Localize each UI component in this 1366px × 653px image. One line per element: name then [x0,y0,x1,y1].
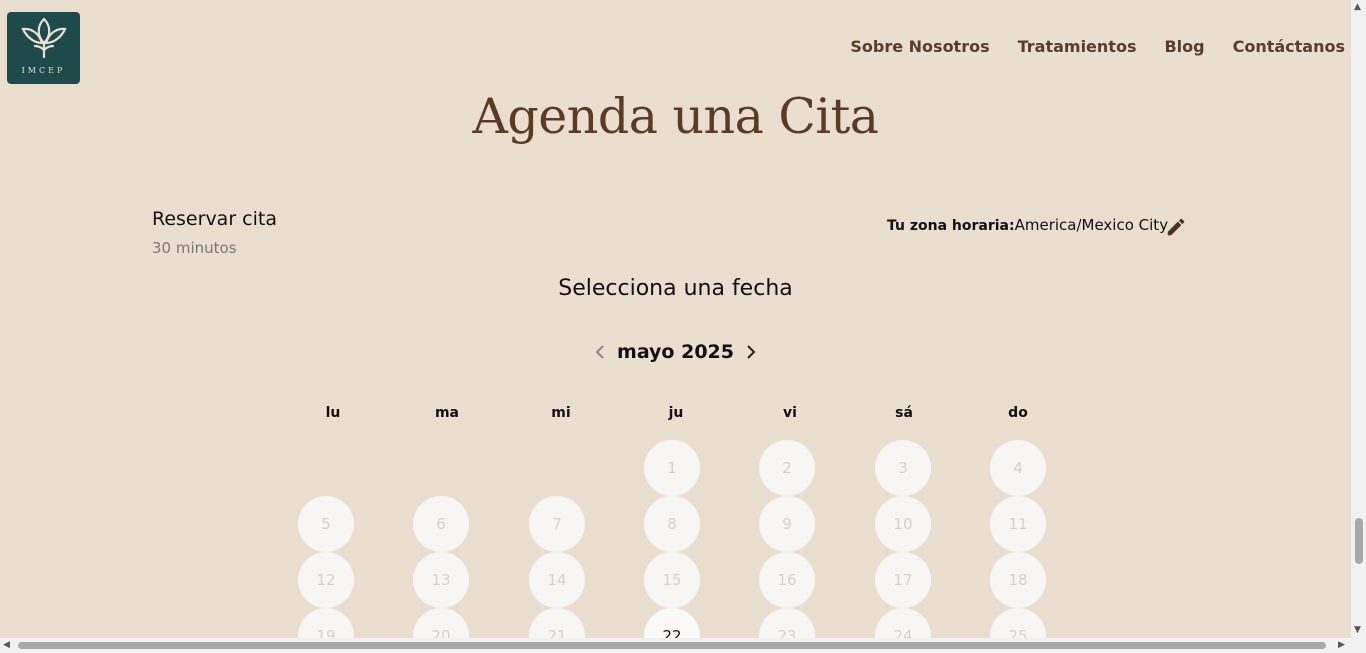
calendar-day: 21 [529,608,585,638]
weekday-label: do [1008,405,1028,421]
calendar-day: 2 [759,440,815,496]
scroll-up-icon[interactable]: ▲ [1354,0,1361,15]
calendar-day: 6 [413,496,469,552]
calendar-day: 7 [529,496,585,552]
calendar-day: 24 [875,608,931,638]
calendar-day: 25 [990,608,1046,638]
month-navigation: mayo 2025 [0,341,1351,363]
service-name: Reservar cita [152,208,277,230]
vertical-scrollbar[interactable]: ▲ ▼ [1351,0,1366,638]
calendar-day: 4 [990,440,1046,496]
logo-text: IMCEP [21,66,66,75]
calendar-day[interactable]: 22 [644,608,700,638]
nav-link-blog[interactable]: Blog [1164,37,1204,56]
leaf-logo-icon [21,17,67,59]
weekday-label: lu [325,405,341,421]
chevron-right-icon[interactable] [744,343,758,361]
calendar-day: 11 [990,496,1046,552]
scroll-down-icon[interactable]: ▼ [1354,623,1361,638]
page-title: Agenda una Cita [472,88,879,145]
calendar-day: 3 [875,440,931,496]
calendar-day: 1 [644,440,700,496]
weekday-label: ju [668,405,684,421]
service-duration: 30 minutos [152,239,237,257]
nav-link-contactanos[interactable]: Contáctanos [1233,37,1345,56]
scrollbar-corner [1351,638,1366,653]
calendar-day: 17 [875,552,931,608]
scroll-right-icon[interactable]: ▶ [1338,638,1345,653]
horizontal-scroll-thumb[interactable] [18,642,1326,649]
page: IMCEP Sobre Nosotros Tratamientos Blog C… [0,0,1351,638]
calendar-day: 16 [759,552,815,608]
month-label: mayo 2025 [617,341,734,363]
calendar-day: 20 [413,608,469,638]
weekday-label: vi [783,405,797,421]
vertical-scroll-thumb[interactable] [1355,518,1363,564]
main-nav: Sobre Nosotros Tratamientos Blog Contáct… [850,37,1345,56]
timezone-label: Tu zona horaria: [887,218,1015,234]
calendar-day: 18 [990,552,1046,608]
timezone-info: Tu zona horaria:America/Mexico City [887,216,1168,234]
calendar-day: 15 [644,552,700,608]
weekday-label: sá [895,405,913,421]
calendar-day: 23 [759,608,815,638]
calendar-day: 12 [298,552,354,608]
nav-link-tratamientos[interactable]: Tratamientos [1018,37,1137,56]
chevron-left-icon[interactable] [593,343,607,361]
calendar-day: 13 [413,552,469,608]
scroll-left-icon[interactable]: ◀ [3,638,10,653]
logo[interactable]: IMCEP [7,12,80,84]
weekday-label: mi [551,405,571,421]
calendar-day: 19 [298,608,354,638]
calendar-day: 9 [759,496,815,552]
select-date-heading: Selecciona una fecha [558,276,793,301]
calendar-day: 8 [644,496,700,552]
calendar-day: 10 [875,496,931,552]
calendar-day: 5 [298,496,354,552]
weekday-label: ma [434,405,460,421]
timezone-value: America/Mexico City [1014,216,1169,234]
edit-pencil-icon[interactable] [1165,216,1187,238]
calendar-day: 14 [529,552,585,608]
horizontal-scrollbar[interactable]: ◀ ▶ [0,638,1351,653]
nav-link-sobre-nosotros[interactable]: Sobre Nosotros [850,37,989,56]
